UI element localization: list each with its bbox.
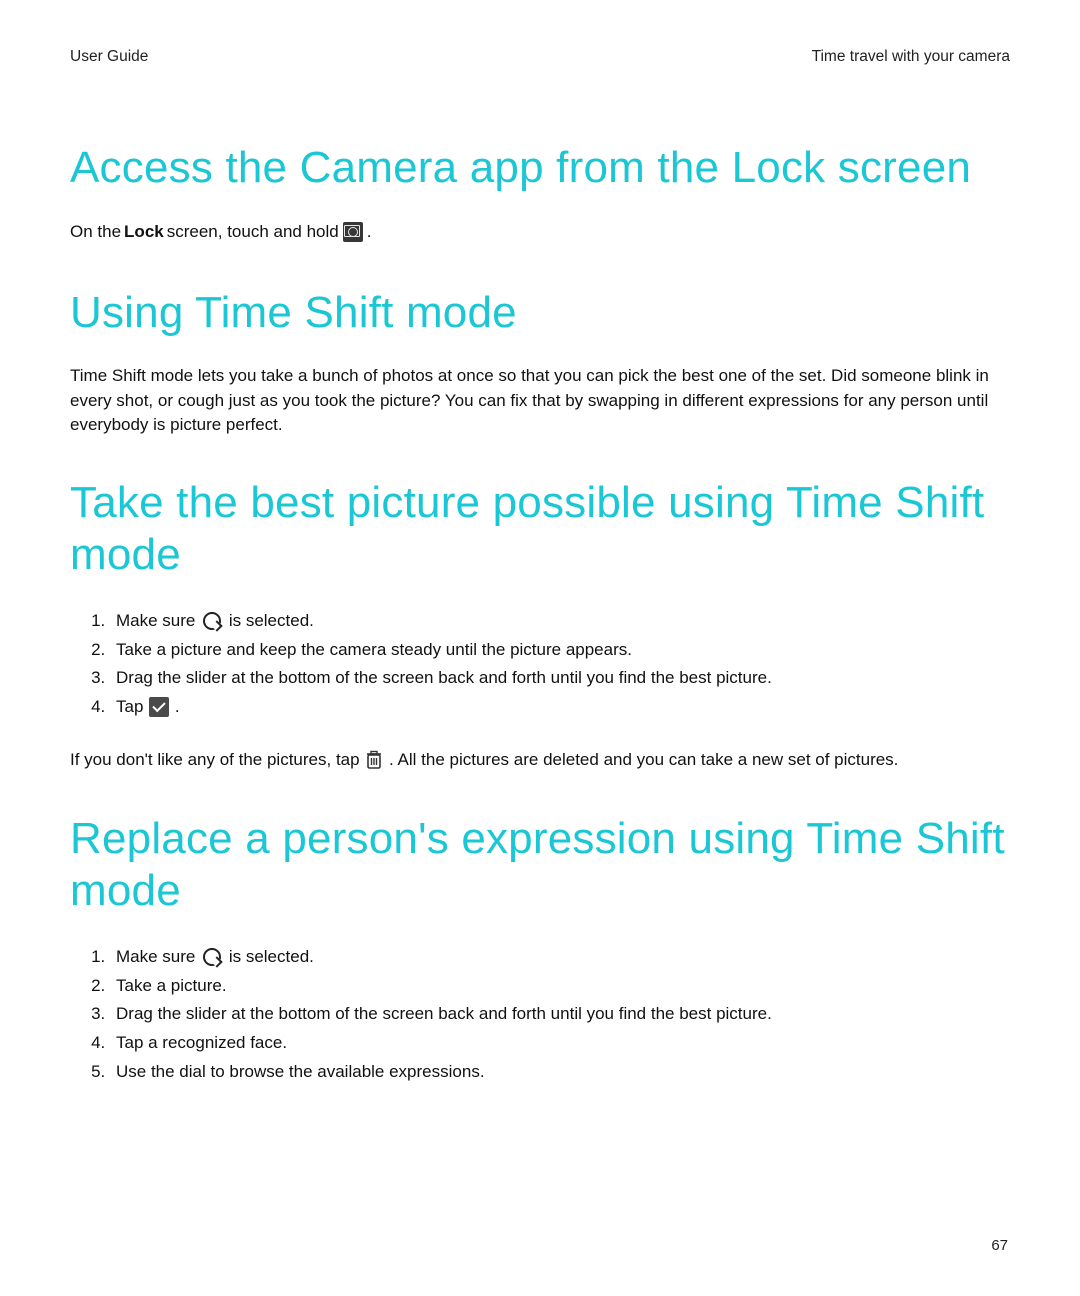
check-icon: [149, 697, 169, 717]
text: Take a picture and keep the camera stead…: [116, 640, 632, 659]
text: Tap: [116, 697, 148, 716]
text: Take a picture.: [116, 976, 227, 995]
list-item: Drag the slider at the bottom of the scr…: [110, 1000, 1010, 1029]
timeshift-icon: [202, 947, 222, 967]
page-header: User Guide Time travel with your camera: [70, 48, 1010, 66]
section3-after: If you don't like any of the pictures, t…: [70, 748, 1010, 773]
text: Make sure: [116, 611, 200, 630]
text-bold-lock: Lock: [124, 220, 164, 245]
heading-access-camera: Access the Camera app from the Lock scre…: [70, 142, 1010, 194]
text: is selected.: [229, 947, 314, 966]
text: . All the pictures are deleted and you c…: [389, 750, 898, 769]
page: User Guide Time travel with your camera …: [0, 0, 1080, 1296]
text: Make sure: [116, 947, 200, 966]
section3-steps: Make sure is selected. Take a picture an…: [70, 607, 1010, 723]
heading-best-picture: Take the best picture possible using Tim…: [70, 477, 1010, 581]
list-item: Take a picture.: [110, 972, 1010, 1001]
list-item: Tap a recognized face.: [110, 1029, 1010, 1058]
header-left: User Guide: [70, 48, 148, 66]
text: is selected.: [229, 611, 314, 630]
section1-intro: On the Lock screen, touch and hold .: [70, 220, 1010, 245]
section4-steps: Make sure is selected. Take a picture. D…: [70, 943, 1010, 1087]
heading-replace-expression: Replace a person's expression using Time…: [70, 813, 1010, 917]
text: Drag the slider at the bottom of the scr…: [116, 668, 772, 687]
text: Drag the slider at the bottom of the scr…: [116, 1004, 772, 1023]
trash-icon: [365, 750, 383, 770]
list-item: Use the dial to browse the available exp…: [110, 1058, 1010, 1087]
text: If you don't like any of the pictures, t…: [70, 750, 364, 769]
page-number: 67: [991, 1237, 1008, 1254]
header-right: Time travel with your camera: [812, 48, 1010, 66]
list-item: Make sure is selected.: [110, 943, 1010, 972]
text: screen, touch and hold: [167, 220, 339, 245]
list-item: Take a picture and keep the camera stead…: [110, 636, 1010, 665]
list-item: Tap .: [110, 693, 1010, 722]
list-item: Make sure is selected.: [110, 607, 1010, 636]
text: .: [175, 697, 180, 716]
heading-using-timeshift: Using Time Shift mode: [70, 287, 1010, 339]
text: Tap a recognized face.: [116, 1033, 287, 1052]
section2-paragraph: Time Shift mode lets you take a bunch of…: [70, 364, 1010, 436]
camera-icon: [343, 222, 363, 242]
text: .: [367, 220, 372, 245]
list-item: Drag the slider at the bottom of the scr…: [110, 664, 1010, 693]
text: On the: [70, 220, 121, 245]
text: Use the dial to browse the available exp…: [116, 1062, 485, 1081]
timeshift-icon: [202, 611, 222, 631]
